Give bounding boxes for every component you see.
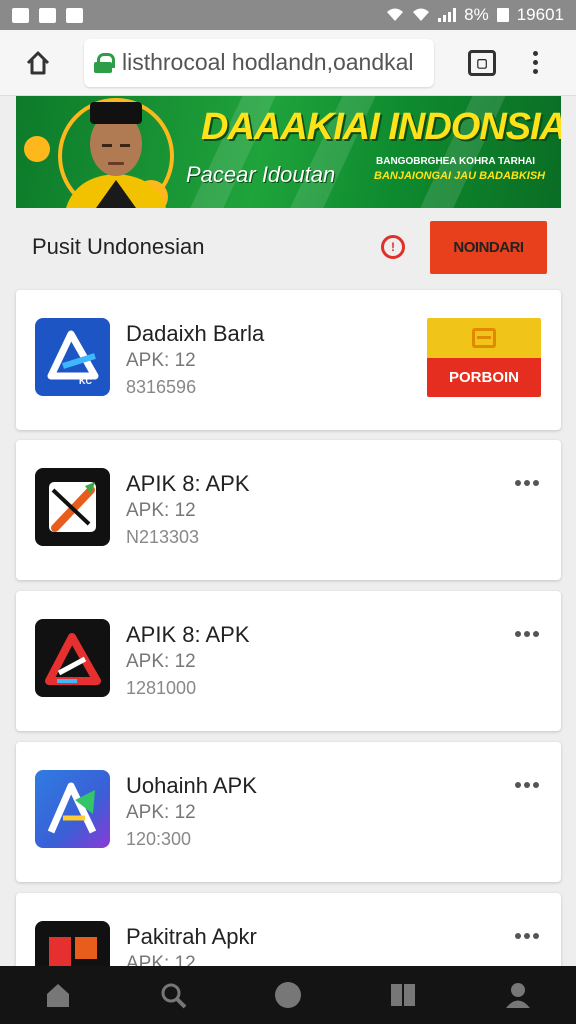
tabs-icon: ▢ xyxy=(476,55,488,70)
app-logo-icon xyxy=(35,770,110,848)
info-icon[interactable]: ! xyxy=(381,235,405,259)
home-button[interactable] xyxy=(16,41,60,85)
app-download-label: PORBOIN xyxy=(427,358,541,397)
more-options-button[interactable] xyxy=(515,480,539,486)
app-type: APK: 12 xyxy=(126,500,196,521)
menu-dot-icon xyxy=(532,60,538,65)
more-options-button[interactable] xyxy=(515,933,539,939)
overflow-menu-button[interactable] xyxy=(530,51,540,74)
status-time: 19601 xyxy=(516,5,564,24)
status-indicators: 8% 19601 xyxy=(386,5,564,25)
app-download-button[interactable]: PORBOIN xyxy=(427,318,541,397)
app-name: APIK 8: APK xyxy=(126,471,250,496)
photo-icon xyxy=(66,7,83,23)
person-photo xyxy=(58,98,174,208)
status-bar: 8% 19601 xyxy=(0,0,576,30)
more-options-button[interactable] xyxy=(515,631,539,637)
app-name: Uohainh APK xyxy=(126,773,257,798)
app-name: Dadaixh Barla xyxy=(126,321,265,346)
nav-library[interactable] xyxy=(383,975,423,1015)
app-card[interactable]: APIK 8: APK APK: 12 N213303 xyxy=(16,440,561,580)
banner-caption-2: BANJAIONGAI JAU BADABKISH xyxy=(374,170,546,182)
app-card[interactable]: KC Dadaixh Barla APK: 12 8316596 PORBOIN xyxy=(16,290,561,430)
notification-icon xyxy=(12,7,29,23)
nav-home[interactable] xyxy=(38,975,78,1015)
app-name: APIK 8: APK xyxy=(126,622,250,647)
home-outline-icon xyxy=(26,51,50,74)
menu-dot-icon xyxy=(532,51,538,56)
section-header: Pusit Undonesian ! NOINDARI xyxy=(16,216,561,278)
wifi-icon xyxy=(386,8,404,22)
app-card[interactable]: Uohainh APK APK: 12 120:300 xyxy=(16,742,561,882)
app-meta: 120:300 xyxy=(126,829,192,849)
url-text: listhrocoal hodlandn,oandkal xyxy=(122,49,414,75)
app-type: APK: 12 xyxy=(126,802,196,823)
app-type: APK: 12 xyxy=(126,350,196,371)
tabs-button[interactable]: ▢ xyxy=(468,49,496,76)
app-type: APK: 12 xyxy=(126,651,196,672)
wifi-icon-2 xyxy=(412,8,430,22)
app-meta: 8316596 xyxy=(126,377,197,397)
signal-icon xyxy=(438,8,457,22)
app-logo-icon: KC xyxy=(35,318,110,396)
nav-center[interactable] xyxy=(268,975,308,1015)
bottom-navigation xyxy=(0,966,576,1024)
battery-icon xyxy=(496,8,509,22)
svg-text:KC: KC xyxy=(79,376,92,386)
nav-search[interactable] xyxy=(153,975,193,1015)
circle-icon xyxy=(274,982,301,1008)
decor-circle xyxy=(24,136,50,162)
card-icon xyxy=(472,328,496,348)
library-icon xyxy=(391,984,416,1006)
download-button[interactable]: NOINDARI xyxy=(430,221,547,274)
section-title: Pusit Undonesian xyxy=(32,234,205,259)
battery-percent: 8% xyxy=(464,5,489,24)
banner-caption-1: BANGOBRGHEA KOHRA TARHAI xyxy=(376,156,536,167)
menu-dot-icon xyxy=(532,69,538,74)
app-meta: 1281000 xyxy=(126,678,197,698)
app-meta: N213303 xyxy=(126,527,200,547)
lock-icon xyxy=(94,52,115,73)
search-icon xyxy=(161,983,187,1009)
nav-account[interactable] xyxy=(498,975,538,1015)
banner-subtitle: Pacear Idoutan xyxy=(186,162,336,187)
more-options-button[interactable] xyxy=(515,782,539,788)
image-icon xyxy=(39,7,56,23)
app-logo-icon xyxy=(35,619,110,697)
address-bar[interactable]: listhrocoal hodlandn,oandkal xyxy=(84,38,434,87)
banner-title: DAAAKIAI INDONSIA xyxy=(201,106,561,148)
browser-toolbar: listhrocoal hodlandn,oandkal ▢ xyxy=(0,30,576,96)
app-logo-icon xyxy=(35,468,110,546)
home-icon xyxy=(46,984,69,1007)
notification-icons xyxy=(12,7,83,23)
account-icon xyxy=(506,983,531,1008)
app-name: Pakitrah Apkr xyxy=(126,924,257,949)
app-card[interactable]: APIK 8: APK APK: 12 1281000 xyxy=(16,591,561,731)
promo-banner[interactable]: DAAAKIAI INDONSIA Pacear Idoutan BANGOBR… xyxy=(16,96,561,208)
